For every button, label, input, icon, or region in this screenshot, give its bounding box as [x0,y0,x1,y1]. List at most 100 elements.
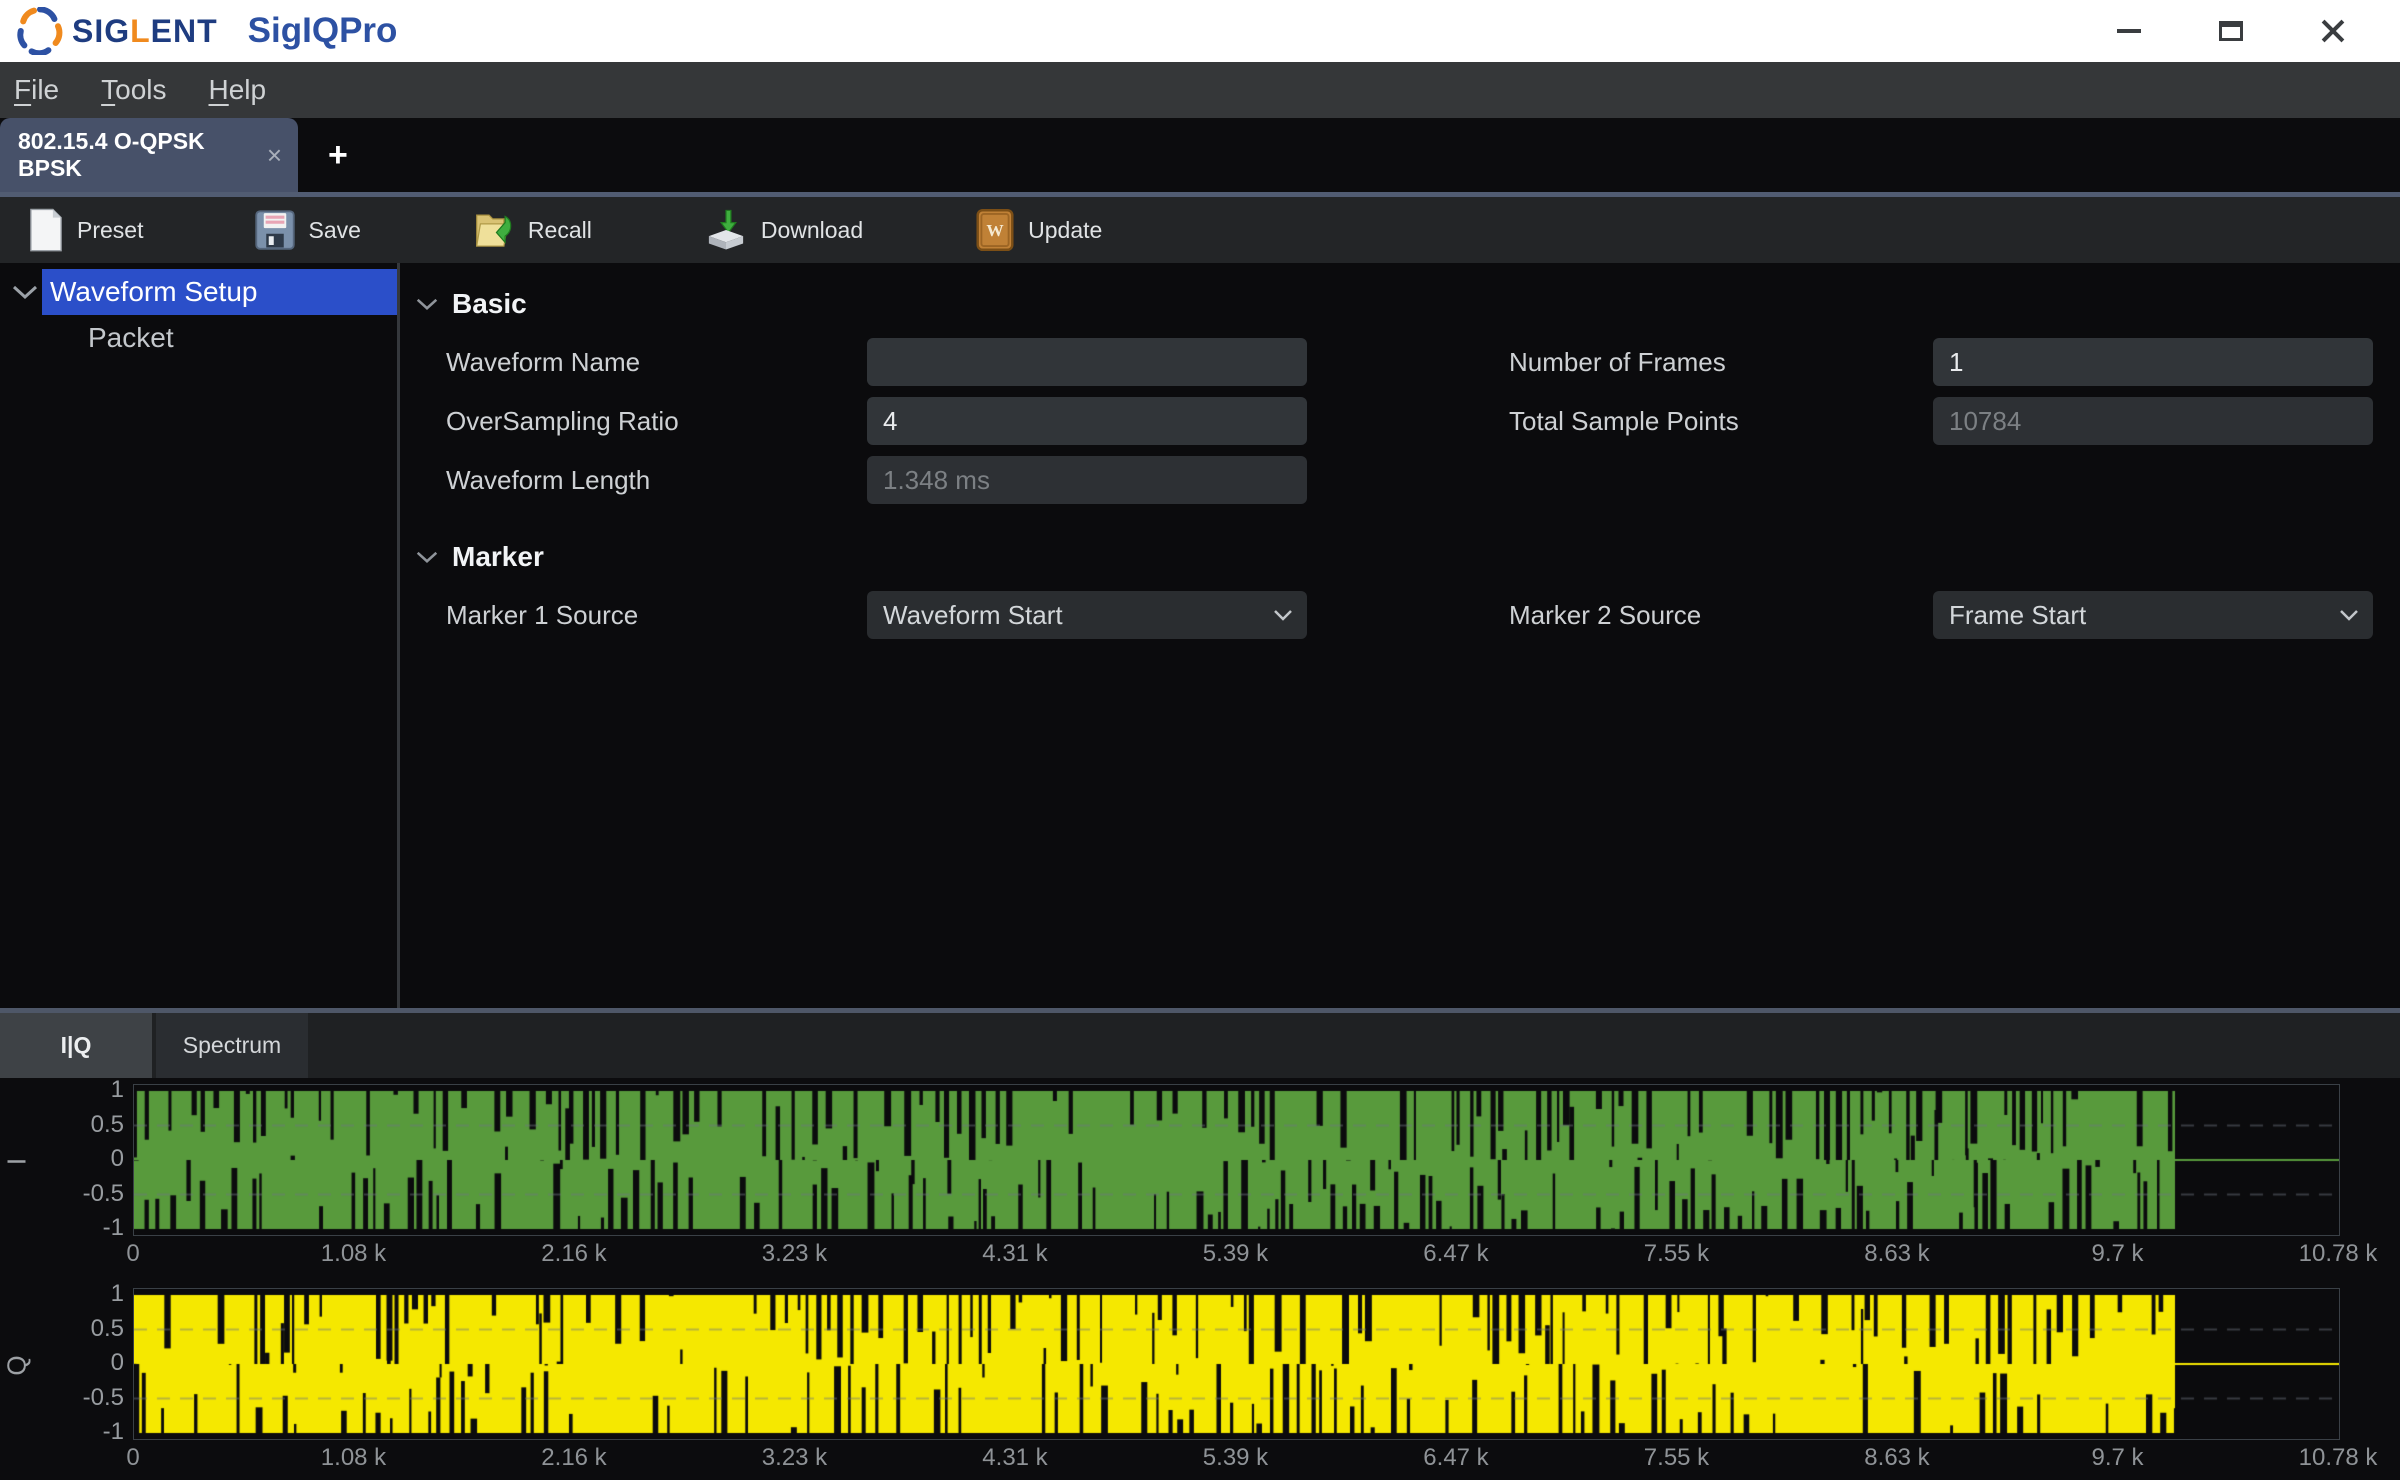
tab-iq[interactable]: I|Q [0,1013,152,1078]
x-tick-label: 2.16 k [494,1240,654,1268]
total-sample-points-label: Total Sample Points [1509,406,1933,437]
marker2-source-value: Frame Start [1949,600,2086,631]
download-button[interactable]: Download [704,209,863,251]
x-tick-label: 3.23 k [715,1240,875,1268]
x-tick-label: 6.47 k [1376,1444,1536,1472]
y-tick-label: 1 [0,1077,124,1103]
x-tick-label: 0 [53,1240,213,1268]
chevron-down-icon [416,550,438,564]
update-glyph: W [987,221,1005,240]
folder-recall-icon [473,209,515,251]
menu-file[interactable]: File [14,74,59,106]
waveform-length-input [867,456,1307,504]
x-tick-label: 1.08 k [274,1240,434,1268]
number-of-frames-input[interactable] [1933,338,2373,386]
floppy-icon [255,210,295,250]
x-tick-label: 7.55 k [1597,1444,1757,1472]
section-marker[interactable]: Marker [416,534,2400,580]
tab-802-15-4-o-qpsk-bpsk[interactable]: 802.15.4 O-QPSK BPSK × [0,118,298,192]
x-tick-label: 8.63 k [1817,1444,1977,1472]
update-label: Update [1028,217,1102,244]
product-name: SigIQPro [248,11,398,51]
update-w-icon: W [975,209,1015,251]
document-icon [28,208,64,252]
marker2-source-select[interactable]: Frame Start [1933,591,2373,639]
x-tick-label: 10.78 k [2258,1444,2400,1472]
i-plot[interactable] [133,1084,2340,1236]
window-controls [2112,14,2350,48]
iq-charts-area: I 10.50-0.5-1 01.08 k2.16 k3.23 k4.31 k5… [0,1078,2400,1480]
y-tick-label: 1 [0,1281,124,1307]
x-tick-label: 10.78 k [2258,1240,2400,1268]
siglent-logo-icon [16,7,64,55]
y-tick-label: -1 [0,1215,124,1241]
chevron-down-icon[interactable] [8,284,42,300]
update-button[interactable]: W Update [975,209,1102,251]
y-tick-label: 0 [0,1146,124,1172]
y-tick-label: 0 [0,1350,124,1376]
save-button[interactable]: Save [255,210,360,250]
tab-label: 802.15.4 O-QPSK BPSK [18,128,267,182]
y-tick-label: 0.5 [0,1112,124,1138]
marker2-source-label: Marker 2 Source [1509,600,1933,631]
marker1-source-select[interactable]: Waveform Start [867,591,1307,639]
waveform-name-label: Waveform Name [446,347,867,378]
navigation-tree: Waveform Setup Packet [0,263,400,1008]
menu-help[interactable]: Help [209,74,267,106]
chevron-down-icon [2339,609,2359,621]
bottom-panel: I|Q Spectrum I 10.50-0.5-1 01.08 k2.16 k… [0,1013,2400,1480]
close-button[interactable] [2316,14,2350,48]
x-tick-label: 1.08 k [274,1444,434,1472]
oversampling-ratio-label: OverSampling Ratio [446,406,867,437]
sigiqpro-window: SIGLENT SigIQPro File Tools Help 802.15.… [0,0,2400,1480]
i-x-axis-ticks: 01.08 k2.16 k3.23 k4.31 k5.39 k6.47 k7.5… [133,1240,2340,1274]
y-tick-label: -0.5 [0,1181,124,1207]
tab-close-icon[interactable]: × [267,140,282,171]
y-tick-label: 0.5 [0,1316,124,1342]
minimize-button[interactable] [2112,14,2146,48]
total-sample-points-input [1933,397,2373,445]
title-bar: SIGLENT SigIQPro [0,0,2400,62]
x-tick-label: 3.23 k [715,1444,875,1472]
preset-label: Preset [77,217,143,244]
y-tick-label: -0.5 [0,1385,124,1411]
section-basic[interactable]: Basic [416,281,2400,327]
close-icon [2320,18,2346,44]
waveform-name-input[interactable] [867,338,1307,386]
toolbar: Preset Save Recall [0,197,2400,263]
q-plot[interactable] [133,1288,2340,1440]
settings-form: Basic Waveform Name Number of Frames Ove… [400,263,2400,1008]
x-tick-label: 2.16 k [494,1444,654,1472]
document-tab-bar: 802.15.4 O-QPSK BPSK × + [0,118,2400,192]
section-basic-title: Basic [452,288,527,320]
x-tick-label: 9.7 k [2038,1240,2198,1268]
oversampling-ratio-input[interactable] [867,397,1307,445]
chevron-down-icon [1273,609,1293,621]
sidebar-item-packet[interactable]: Packet [88,315,397,361]
x-tick-label: 4.31 k [935,1240,1095,1268]
x-tick-label: 8.63 k [1817,1240,1977,1268]
y-tick-label: -1 [0,1419,124,1445]
maximize-button[interactable] [2214,14,2248,48]
save-label: Save [308,217,360,244]
section-marker-title: Marker [452,541,544,573]
x-tick-label: 5.39 k [1156,1240,1316,1268]
x-tick-label: 4.31 k [935,1444,1095,1472]
marker1-source-value: Waveform Start [883,600,1063,631]
add-tab-button[interactable]: + [328,136,348,175]
download-box-icon [704,209,748,251]
x-tick-label: 0 [53,1444,213,1472]
i-y-axis-ticks: 10.50-0.5-1 [0,1084,124,1236]
x-tick-label: 5.39 k [1156,1444,1316,1472]
waveform-length-label: Waveform Length [446,465,867,496]
sidebar-item-waveform-setup[interactable]: Waveform Setup [42,269,397,315]
recall-label: Recall [528,217,592,244]
menu-tools[interactable]: Tools [101,74,166,106]
tab-spectrum[interactable]: Spectrum [156,1013,308,1078]
recall-button[interactable]: Recall [473,209,592,251]
x-tick-label: 6.47 k [1376,1240,1536,1268]
preset-button[interactable]: Preset [28,208,143,252]
minimize-icon [2117,29,2141,33]
x-tick-label: 9.7 k [2038,1444,2198,1472]
number-of-frames-label: Number of Frames [1509,347,1933,378]
